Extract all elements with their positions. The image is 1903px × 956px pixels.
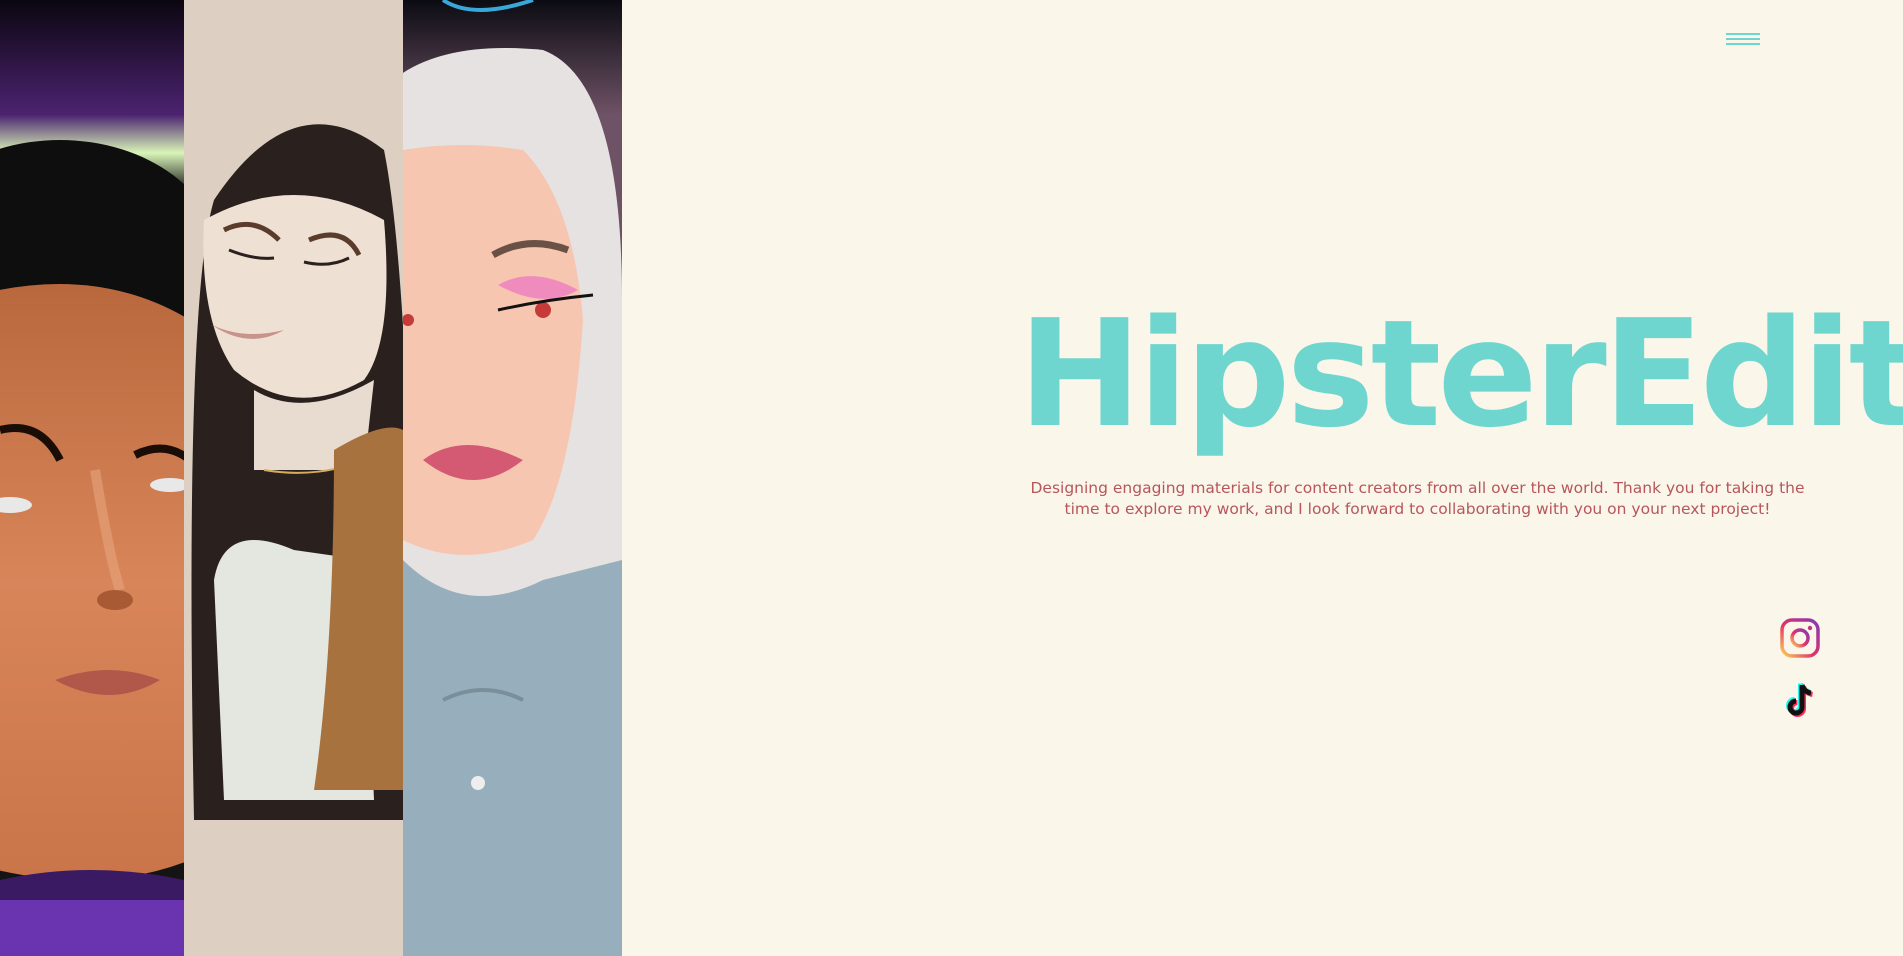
tiktok-icon [1786, 682, 1813, 717]
brand-subtitle: Designing engaging materials for content… [1030, 479, 1805, 518]
portrait-strip-1 [0, 0, 184, 956]
instagram-icon [1780, 618, 1820, 658]
instagram-link[interactable] [1780, 618, 1820, 658]
portrait-gallery [0, 0, 622, 956]
menu-line [1726, 33, 1760, 35]
tiktok-link[interactable] [1780, 680, 1820, 720]
hamburger-menu-icon[interactable] [1726, 30, 1762, 52]
brand-title: HipsterEditz [1018, 288, 1903, 460]
menu-line [1726, 38, 1760, 40]
social-links [1780, 618, 1820, 742]
menu-line [1726, 43, 1760, 45]
portrait-strip-2 [184, 0, 403, 956]
portrait-strip-3 [403, 0, 622, 956]
